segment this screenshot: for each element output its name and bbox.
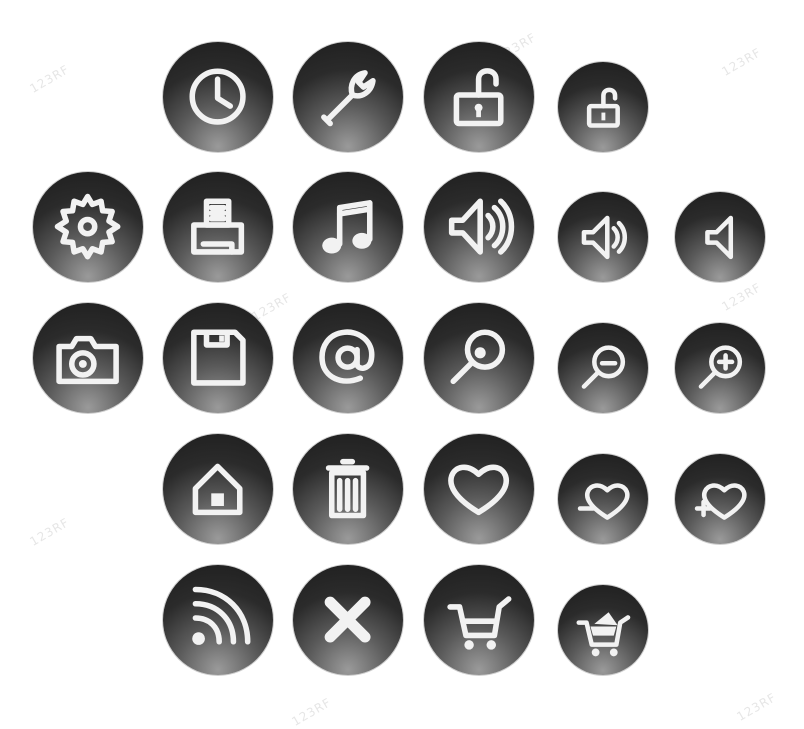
clock-icon[interactable] xyxy=(163,42,273,152)
wrench-icon[interactable] xyxy=(293,42,403,152)
watermark: 123RF xyxy=(27,62,72,96)
watermark: 123RF xyxy=(289,695,334,729)
magnifier-icon[interactable] xyxy=(424,303,534,413)
music-note-icon[interactable] xyxy=(293,172,403,282)
printer-icon[interactable] xyxy=(163,172,273,282)
watermark: 123RF xyxy=(734,690,779,724)
heart-plus-icon[interactable] xyxy=(675,454,765,544)
trash-icon[interactable] xyxy=(293,434,403,544)
speaker-medium-icon[interactable] xyxy=(558,192,648,282)
heart-minus-icon[interactable] xyxy=(558,454,648,544)
floppy-disk-icon[interactable] xyxy=(163,303,273,413)
camera-icon[interactable] xyxy=(33,303,143,413)
shopping-cart-full-icon[interactable] xyxy=(558,585,648,675)
close-x-icon[interactable] xyxy=(293,565,403,675)
watermark: 123RF xyxy=(719,45,764,79)
watermark: 123RF xyxy=(27,515,72,549)
shopping-cart-icon[interactable] xyxy=(424,565,534,675)
unlock-large-icon[interactable] xyxy=(424,42,534,152)
zoom-in-icon[interactable] xyxy=(675,323,765,413)
watermark: 123RF xyxy=(719,280,764,314)
unlock-small-icon[interactable] xyxy=(558,62,648,152)
heart-icon[interactable] xyxy=(424,434,534,544)
at-sign-icon[interactable] xyxy=(293,303,403,413)
home-icon[interactable] xyxy=(163,434,273,544)
rss-feed-icon[interactable] xyxy=(163,565,273,675)
zoom-out-icon[interactable] xyxy=(558,323,648,413)
speaker-mute-icon[interactable] xyxy=(675,192,765,282)
speaker-loud-icon[interactable] xyxy=(424,172,534,282)
gear-icon[interactable] xyxy=(33,172,143,282)
